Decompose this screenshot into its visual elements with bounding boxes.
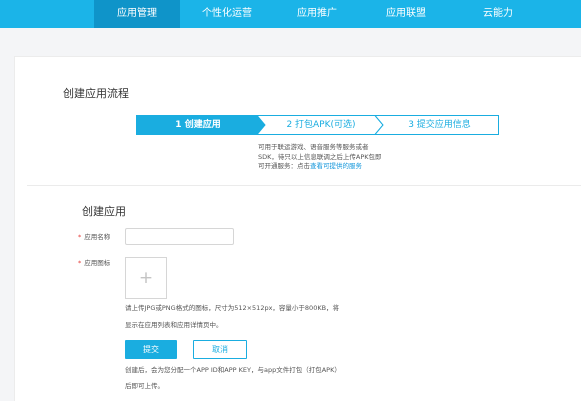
- app-name-label-text: 应用名称: [84, 233, 111, 241]
- nav-app-alliance[interactable]: 应用联盟: [360, 0, 452, 28]
- flow-title: 创建应用流程: [63, 87, 129, 100]
- step-package-apk: 2 打包APK(可选): [286, 120, 356, 130]
- description-line-2: SDK，待只以上信息联调之后上传APK包即: [258, 152, 382, 161]
- app-icon-label: * 应用图标: [78, 257, 110, 267]
- step-create-app: 1 创建应用: [175, 120, 221, 130]
- flow-description: 可用于联运游戏、语音服务等服务或者 SDK，待只以上信息联调之后上传APK包即 …: [258, 143, 382, 172]
- required-mark: *: [78, 259, 82, 267]
- app-icon-label-text: 应用图标: [84, 259, 111, 267]
- description-line-1: 可用于联运游戏、语音服务等服务或者: [258, 143, 369, 151]
- main-content: 创建应用流程 1 创建应用 2 打包APK(可选) 3 提交应用信息 可用于联运…: [14, 56, 581, 401]
- nav-app-management[interactable]: 应用管理: [94, 0, 180, 28]
- nav-cloud-capability[interactable]: 云能力: [452, 0, 544, 28]
- app-name-input[interactable]: [125, 228, 234, 245]
- icon-hint-line-1: 请上传JPG或PNG格式的图标，尺寸为512×512px，容量小于800KB，将: [125, 304, 340, 312]
- footer-hint-line-1: 创建后，会为您分配一个APP ID和APP KEY，与app文件打包（打包APK…: [125, 366, 341, 374]
- progress-steps: 1 创建应用 2 打包APK(可选) 3 提交应用信息: [136, 115, 499, 135]
- required-mark: *: [78, 233, 82, 241]
- app-name-label: * 应用名称: [78, 231, 110, 241]
- icon-upload-box[interactable]: +: [125, 257, 167, 299]
- top-navigation: 应用管理 个性化运营 应用推广 应用联盟 云能力: [0, 0, 581, 28]
- form-title: 创建应用: [82, 205, 126, 218]
- icon-hint-line-2: 显示在应用列表和应用详情页中。: [125, 321, 223, 329]
- section-divider: [27, 185, 581, 186]
- cancel-button[interactable]: 取消: [193, 340, 247, 359]
- description-prefix: 可开通服务：点击: [258, 162, 310, 170]
- submit-button[interactable]: 提交: [125, 340, 177, 359]
- description-line-3: 可开通服务：点击查看可提供的服务: [258, 162, 382, 172]
- step-submit-info: 3 提交应用信息: [408, 120, 471, 130]
- plus-icon: +: [138, 268, 154, 288]
- view-services-link[interactable]: 查看可提供的服务: [310, 162, 362, 170]
- nav-app-promotion[interactable]: 应用推广: [274, 0, 360, 28]
- nav-personalized-operation[interactable]: 个性化运营: [180, 0, 274, 28]
- footer-hint-line-2: 后即可上传。: [125, 382, 164, 390]
